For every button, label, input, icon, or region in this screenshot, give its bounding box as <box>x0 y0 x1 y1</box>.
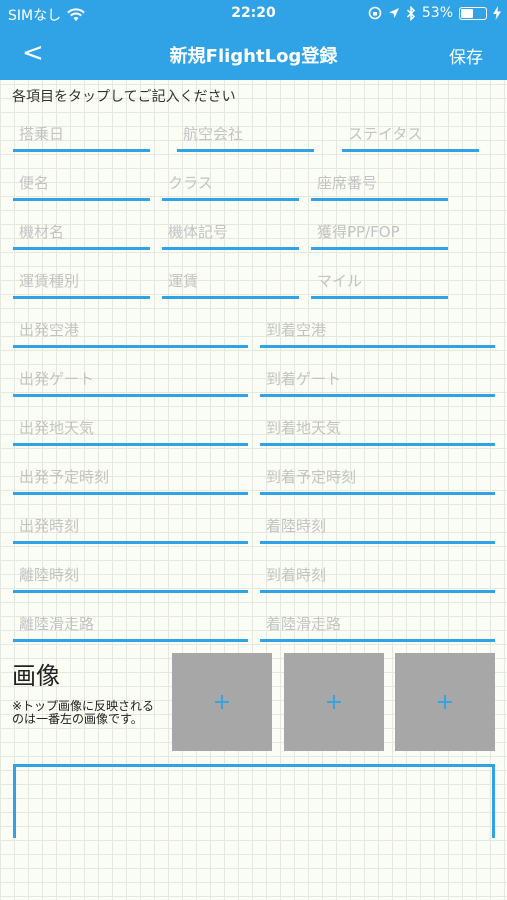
boarding-date-input[interactable] <box>13 116 150 146</box>
miles-field[interactable] <box>311 263 448 299</box>
landing-runway-input[interactable] <box>260 606 495 636</box>
add-image-icon: + <box>212 689 232 715</box>
arrival-airport-field[interactable] <box>260 312 495 348</box>
memo-box[interactable] <box>13 764 495 838</box>
image-slot-3[interactable]: + <box>395 653 495 751</box>
scheduled-arrival-field[interactable] <box>260 459 495 495</box>
airline-input[interactable] <box>177 116 314 146</box>
image-slot-1[interactable]: + <box>172 653 272 751</box>
battery-level <box>461 8 473 18</box>
departure-gate-input[interactable] <box>13 361 248 391</box>
scheduled-departure-input[interactable] <box>13 459 248 489</box>
add-image-icon: + <box>435 689 455 715</box>
scheduled-departure-field[interactable] <box>13 459 248 495</box>
status-field[interactable] <box>342 116 479 152</box>
aircraft-input[interactable] <box>13 214 150 244</box>
departure-airport-field[interactable] <box>13 312 248 348</box>
lock-rotation-icon <box>368 6 382 20</box>
battery-percent: 53% <box>421 5 453 21</box>
arrival-airport-input[interactable] <box>260 312 495 342</box>
arrival-gate-input[interactable] <box>260 361 495 391</box>
flight-number-input[interactable] <box>13 165 150 195</box>
pp-fop-input[interactable] <box>311 214 448 244</box>
boarding-date-field[interactable] <box>13 116 150 152</box>
top-bar: SIMなし 22:20 53% < 新規FlightLog登録 保存 <box>0 0 507 80</box>
landing-time-input[interactable] <box>260 508 495 538</box>
flight-number-field[interactable] <box>13 165 150 201</box>
add-image-icon: + <box>324 689 344 715</box>
class-field[interactable] <box>162 165 299 201</box>
status-bar: SIMなし 22:20 53% <box>0 0 507 28</box>
location-icon <box>388 8 399 18</box>
registration-input[interactable] <box>162 214 299 244</box>
class-input[interactable] <box>162 165 299 195</box>
aircraft-field[interactable] <box>13 214 150 250</box>
miles-input[interactable] <box>311 263 448 293</box>
battery-icon <box>459 6 487 20</box>
arrival-time-field[interactable] <box>260 557 495 593</box>
arrival-weather-field[interactable] <box>260 410 495 446</box>
fare-field[interactable] <box>162 263 299 299</box>
save-button[interactable]: 保存 <box>449 43 483 68</box>
navigation-bar: < 新規FlightLog登録 保存 <box>0 30 507 76</box>
page-title: 新規FlightLog登録 <box>169 46 338 67</box>
status-input[interactable] <box>342 116 479 146</box>
arrival-weather-input[interactable] <box>260 410 495 440</box>
seat-input[interactable] <box>311 165 448 195</box>
arrival-gate-field[interactable] <box>260 361 495 397</box>
departure-time-input[interactable] <box>13 508 248 538</box>
images-title: 画像 <box>12 662 60 690</box>
landing-time-field[interactable] <box>260 508 495 544</box>
takeoff-time-input[interactable] <box>13 557 248 587</box>
departure-airport-input[interactable] <box>13 312 248 342</box>
departure-gate-field[interactable] <box>13 361 248 397</box>
takeoff-runway-input[interactable] <box>13 606 248 636</box>
airline-field[interactable] <box>177 116 314 152</box>
departure-time-field[interactable] <box>13 508 248 544</box>
scheduled-arrival-input[interactable] <box>260 459 495 489</box>
fare-input[interactable] <box>162 263 299 293</box>
registration-field[interactable] <box>162 214 299 250</box>
pp-fop-field[interactable] <box>311 214 448 250</box>
images-note: ※トップ画像に反映されるのは一番左の画像です。 <box>12 699 155 726</box>
landing-runway-field[interactable] <box>260 606 495 642</box>
charging-icon <box>493 6 501 20</box>
departure-weather-input[interactable] <box>13 410 248 440</box>
seat-field[interactable] <box>311 165 448 201</box>
departure-weather-field[interactable] <box>13 410 248 446</box>
arrival-time-input[interactable] <box>260 557 495 587</box>
fare-type-input[interactable] <box>13 263 150 293</box>
fare-type-field[interactable] <box>13 263 150 299</box>
takeoff-runway-field[interactable] <box>13 606 248 642</box>
image-slot-2[interactable]: + <box>284 653 384 751</box>
takeoff-time-field[interactable] <box>13 557 248 593</box>
bluetooth-icon <box>406 5 415 21</box>
instruction-text: 各項目をタップしてご記入ください <box>12 89 236 105</box>
memo-textarea[interactable] <box>16 767 492 838</box>
